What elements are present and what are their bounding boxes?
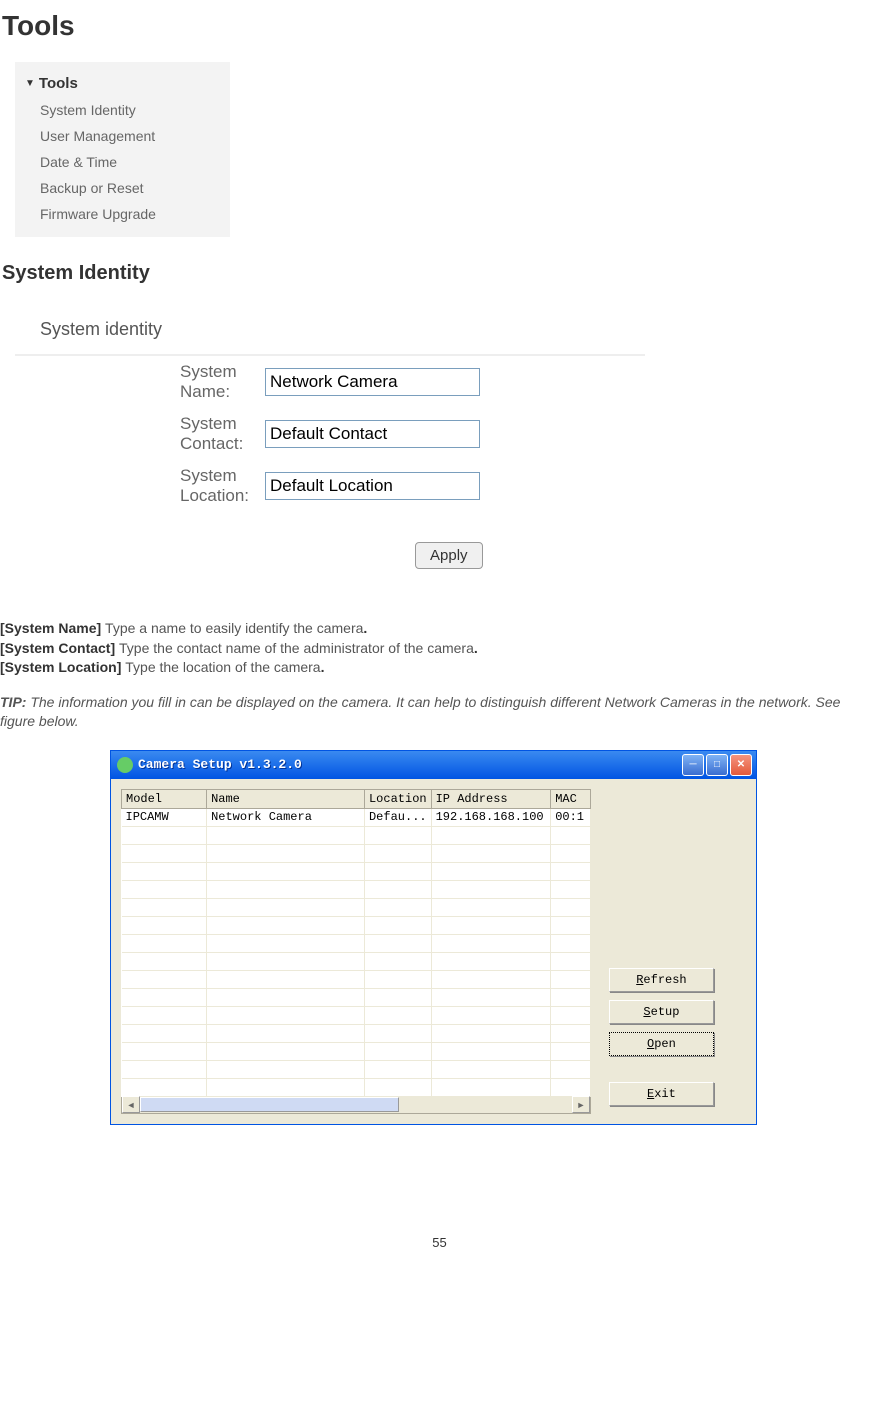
maximize-button[interactable]: □ bbox=[706, 754, 728, 776]
form-row-system-location: System Location: bbox=[15, 460, 645, 512]
col-ip[interactable]: IP Address bbox=[431, 789, 551, 808]
tip-block: TIP: The information you fill in can be … bbox=[0, 693, 879, 732]
tools-item-backup-reset[interactable]: Backup or Reset bbox=[15, 175, 230, 201]
table-row[interactable] bbox=[122, 826, 591, 844]
table-row[interactable] bbox=[122, 970, 591, 988]
table-row[interactable] bbox=[122, 988, 591, 1006]
system-identity-panel: System identity System Name: System Cont… bbox=[15, 305, 645, 569]
table-row[interactable] bbox=[122, 1060, 591, 1078]
page-title: Tools bbox=[0, 10, 879, 42]
tools-item-date-time[interactable]: Date & Time bbox=[15, 149, 230, 175]
cell-ip: 192.168.168.100 bbox=[431, 808, 551, 826]
button-area: Refresh Setup Open Exit bbox=[591, 789, 746, 1114]
minimize-button[interactable]: ─ bbox=[682, 754, 704, 776]
col-name[interactable]: Name bbox=[207, 789, 365, 808]
window-titlebar[interactable]: Camera Setup v1.3.2.0 ─ □ ✕ bbox=[111, 751, 756, 779]
chevron-down-icon: ▼ bbox=[25, 78, 35, 89]
scroll-thumb[interactable] bbox=[140, 1097, 399, 1112]
table-row[interactable]: IPCAMW Network Camera Defau... 192.168.1… bbox=[122, 808, 591, 826]
col-model[interactable]: Model bbox=[122, 789, 207, 808]
table-row[interactable] bbox=[122, 898, 591, 916]
system-contact-label: System Contact: bbox=[15, 414, 265, 454]
table-header-row: Model Name Location IP Address MAC bbox=[122, 789, 591, 808]
tip-text: The information you fill in can be displ… bbox=[0, 694, 840, 730]
table-row[interactable] bbox=[122, 1078, 591, 1096]
system-name-input[interactable] bbox=[265, 368, 480, 396]
exit-button[interactable]: Exit bbox=[609, 1082, 714, 1106]
table-row[interactable] bbox=[122, 1042, 591, 1060]
apply-button[interactable]: Apply bbox=[415, 542, 483, 569]
tools-header-label: Tools bbox=[39, 75, 78, 92]
form-row-system-contact: System Contact: bbox=[15, 408, 645, 460]
system-contact-input[interactable] bbox=[265, 420, 480, 448]
tools-item-user-management[interactable]: User Management bbox=[15, 123, 230, 149]
app-icon bbox=[117, 757, 133, 773]
table-row[interactable] bbox=[122, 844, 591, 862]
table-area: Model Name Location IP Address MAC IPCAM… bbox=[121, 789, 591, 1114]
horizontal-scrollbar[interactable]: ◄ ► bbox=[121, 1097, 591, 1114]
scroll-track[interactable] bbox=[140, 1097, 572, 1112]
panel-header: System identity bbox=[15, 305, 645, 356]
close-button[interactable]: ✕ bbox=[730, 754, 752, 776]
camera-table[interactable]: Model Name Location IP Address MAC IPCAM… bbox=[121, 789, 591, 1097]
system-location-label: System Location: bbox=[15, 466, 265, 506]
section-title: System Identity bbox=[2, 262, 879, 285]
tools-menu-header[interactable]: ▼ Tools bbox=[15, 70, 230, 97]
form-row-system-name: System Name: bbox=[15, 356, 645, 408]
cell-mac: 00:1 bbox=[551, 808, 591, 826]
cell-location: Defau... bbox=[364, 808, 431, 826]
table-row[interactable] bbox=[122, 952, 591, 970]
page-number: 55 bbox=[0, 1235, 879, 1260]
open-button[interactable]: Open bbox=[609, 1032, 714, 1056]
col-location[interactable]: Location bbox=[364, 789, 431, 808]
table-row[interactable] bbox=[122, 862, 591, 880]
cell-name: Network Camera bbox=[207, 808, 365, 826]
system-location-input[interactable] bbox=[265, 472, 480, 500]
tools-item-system-identity[interactable]: System Identity bbox=[15, 97, 230, 123]
cell-model: IPCAMW bbox=[122, 808, 207, 826]
scroll-right-icon[interactable]: ► bbox=[572, 1096, 590, 1113]
refresh-button[interactable]: Refresh bbox=[609, 968, 714, 992]
table-row[interactable] bbox=[122, 916, 591, 934]
table-row[interactable] bbox=[122, 934, 591, 952]
scroll-left-icon[interactable]: ◄ bbox=[122, 1096, 140, 1113]
table-row[interactable] bbox=[122, 1024, 591, 1042]
window-body: Model Name Location IP Address MAC IPCAM… bbox=[111, 779, 756, 1124]
description-system-location: [System Location] Type the location of t… bbox=[0, 658, 879, 678]
table-row[interactable] bbox=[122, 880, 591, 898]
tools-item-firmware-upgrade[interactable]: Firmware Upgrade bbox=[15, 201, 230, 227]
window-title: Camera Setup v1.3.2.0 bbox=[138, 757, 302, 772]
descriptions: [System Name] Type a name to easily iden… bbox=[0, 619, 879, 678]
tip-label: TIP: bbox=[0, 694, 30, 710]
setup-button[interactable]: Setup bbox=[609, 1000, 714, 1024]
description-system-contact: [System Contact] Type the contact name o… bbox=[0, 639, 879, 659]
description-system-name: [System Name] Type a name to easily iden… bbox=[0, 619, 879, 639]
col-mac[interactable]: MAC bbox=[551, 789, 591, 808]
tools-menu: ▼ Tools System Identity User Management … bbox=[15, 62, 230, 237]
camera-setup-window: Camera Setup v1.3.2.0 ─ □ ✕ Model Name L… bbox=[110, 750, 757, 1125]
table-row[interactable] bbox=[122, 1006, 591, 1024]
system-name-label: System Name: bbox=[15, 362, 265, 402]
